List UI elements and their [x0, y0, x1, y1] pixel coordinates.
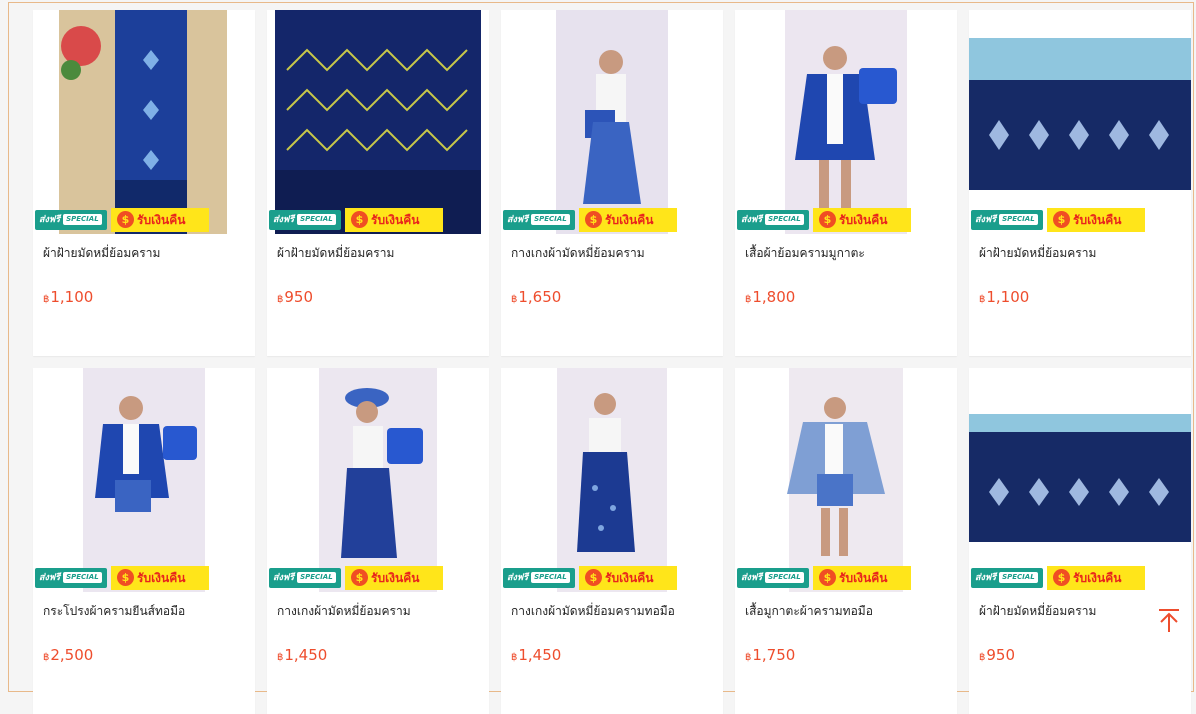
- cashback-badge: $ รับเงินคืน: [1047, 566, 1145, 590]
- free-shipping-badge: ส่งฟรี SPECIAL: [971, 210, 1043, 230]
- product-name[interactable]: เสื้อผ้าย้อมครามมูกาตะ: [745, 244, 950, 263]
- product-image[interactable]: [33, 368, 255, 592]
- product-grid: ส่งฟรี SPECIAL $ รับเงินคืน ผ้าฝ้ายมัดหมี่…: [33, 10, 1191, 714]
- model-skirt-photo: [83, 368, 205, 592]
- model-wide-pants-photo: [557, 368, 667, 592]
- product-card[interactable]: ส่งฟรี SPECIAL $ รับเงินคืน กางเกงผ้ามัดหม…: [501, 368, 723, 714]
- free-shipping-badge: ส่งฟรี SPECIAL: [737, 210, 809, 230]
- product-price: ฿950: [979, 646, 1016, 664]
- coin-icon: $: [117, 569, 134, 586]
- cashback-badge: $ รับเงินคืน: [345, 566, 443, 590]
- promo-badges: ส่งฟรี SPECIAL $ รับเงินคืน: [735, 566, 957, 592]
- arrow-up-to-line-icon: [1159, 609, 1179, 632]
- fabric-roll-photo: [59, 10, 227, 234]
- product-name[interactable]: ผ้าฝ้ายมัดหมี่ย้อมคราม: [979, 602, 1184, 621]
- fabric-folded-photo: [969, 414, 1191, 542]
- product-image[interactable]: [33, 10, 255, 234]
- product-image[interactable]: [501, 10, 723, 234]
- product-name[interactable]: กระโปรงผ้าครามยีนส์ทอมือ: [43, 602, 248, 621]
- product-price: ฿1,100: [979, 288, 1030, 306]
- promo-badges: ส่งฟรี SPECIAL $ รับเงินคืน: [969, 566, 1191, 592]
- coin-icon: $: [117, 211, 134, 228]
- product-card[interactable]: ส่งฟรี SPECIAL $ รับเงินคืน กระโปรงผ้าคราม…: [33, 368, 255, 714]
- product-price: ฿2,500: [43, 646, 94, 664]
- product-card[interactable]: ส่งฟรี SPECIAL $ รับเงินคืน เสื้อมูกาตะผ้า…: [735, 368, 957, 714]
- product-price: ฿950: [277, 288, 314, 306]
- cashback-badge: $ รับเงินคืน: [579, 566, 677, 590]
- cashback-badge: $ รับเงินคืน: [111, 208, 209, 232]
- cashback-badge: $ รับเงินคืน: [813, 566, 911, 590]
- coin-icon: $: [351, 569, 368, 586]
- promo-badges: ส่งฟรี SPECIAL $ รับเงินคืน: [969, 208, 1191, 234]
- promo-badges: ส่งฟรี SPECIAL $ รับเงินคืน: [501, 208, 723, 234]
- product-card[interactable]: ส่งฟรี SPECIAL $ รับเงินคืน ผ้าฝ้ายมัดหมี่…: [33, 10, 255, 356]
- model-pants-hat-photo: [319, 368, 437, 592]
- coin-icon: $: [585, 569, 602, 586]
- product-card[interactable]: ส่งฟรี SPECIAL $ รับเงินคืน ผ้าฝ้ายมัดหมี่…: [969, 368, 1191, 714]
- promo-badges: ส่งฟรี SPECIAL $ รับเงินคืน: [267, 566, 489, 592]
- product-price: ฿1,100: [43, 288, 94, 306]
- product-price: ฿1,750: [745, 646, 796, 664]
- product-price: ฿1,450: [511, 646, 562, 664]
- product-name[interactable]: ผ้าฝ้ายมัดหมี่ย้อมคราม: [979, 244, 1184, 263]
- coin-icon: $: [1053, 211, 1070, 228]
- promo-badges: ส่งฟรี SPECIAL $ รับเงินคืน: [33, 566, 255, 592]
- free-shipping-badge: ส่งฟรี SPECIAL: [269, 568, 341, 588]
- cashback-badge: $ รับเงินคืน: [579, 208, 677, 232]
- product-name[interactable]: ผ้าฝ้ายมัดหมี่ย้อมคราม: [43, 244, 248, 263]
- product-image[interactable]: [735, 10, 957, 234]
- product-image[interactable]: [267, 368, 489, 592]
- coin-icon: $: [1053, 569, 1070, 586]
- coin-icon: $: [585, 211, 602, 228]
- product-name[interactable]: ผ้าฝ้ายมัดหมี่ย้อมคราม: [277, 244, 482, 263]
- product-name[interactable]: กางเกงผ้ามัดหมี่ย้อมครามทอมือ: [511, 602, 716, 621]
- free-shipping-badge: ส่งฟรี SPECIAL: [35, 210, 107, 230]
- product-card[interactable]: ส่งฟรี SPECIAL $ รับเงินคืน กางเกงผ้ามัดหม…: [267, 368, 489, 714]
- product-image[interactable]: [969, 368, 1191, 592]
- product-image[interactable]: [969, 10, 1191, 234]
- free-shipping-badge: ส่งฟรี SPECIAL: [503, 568, 575, 588]
- product-card[interactable]: ส่งฟรี SPECIAL $ รับเงินคืน ผ้าฝ้ายมัดหมี่…: [969, 10, 1191, 356]
- promo-badges: ส่งฟรี SPECIAL $ รับเงินคืน: [33, 208, 255, 234]
- product-image[interactable]: [735, 368, 957, 592]
- fabric-folded-photo: [969, 38, 1191, 190]
- fabric-pattern-photo: [275, 10, 481, 234]
- model-pants-photo: [556, 10, 668, 234]
- product-name[interactable]: กางเกงผ้ามัดหมี่ย้อมคราม: [277, 602, 482, 621]
- free-shipping-badge: ส่งฟรี SPECIAL: [737, 568, 809, 588]
- model-plaid-jacket-photo: [787, 368, 903, 592]
- back-to-top-button[interactable]: [1156, 606, 1182, 636]
- product-name[interactable]: เสื้อมูกาตะผ้าครามทอมือ: [745, 602, 950, 621]
- product-name[interactable]: กางเกงผ้ามัดหมี่ย้อมคราม: [511, 244, 716, 263]
- product-price: ฿1,800: [745, 288, 796, 306]
- promo-badges: ส่งฟรี SPECIAL $ รับเงินคืน: [501, 566, 723, 592]
- coin-icon: $: [819, 211, 836, 228]
- product-card[interactable]: ส่งฟรี SPECIAL $ รับเงินคืน กางเกงผ้ามัดหม…: [501, 10, 723, 356]
- product-card[interactable]: ส่งฟรี SPECIAL $ รับเงินคืน เสื้อผ้าย้อมคร…: [735, 10, 957, 356]
- model-jacket-photo: [785, 10, 907, 234]
- free-shipping-badge: ส่งฟรี SPECIAL: [503, 210, 575, 230]
- product-price: ฿1,450: [277, 646, 328, 664]
- promo-badges: ส่งฟรี SPECIAL $ รับเงินคืน: [735, 208, 957, 234]
- product-image[interactable]: [501, 368, 723, 592]
- product-price: ฿1,650: [511, 288, 562, 306]
- cashback-badge: $ รับเงินคืน: [1047, 208, 1145, 232]
- free-shipping-badge: ส่งฟรี SPECIAL: [971, 568, 1043, 588]
- product-card[interactable]: ส่งฟรี SPECIAL $ รับเงินคืน ผ้าฝ้ายมัดหมี่…: [267, 10, 489, 356]
- promo-badges: ส่งฟรี SPECIAL $ รับเงินคืน: [267, 208, 489, 234]
- cashback-badge: $ รับเงินคืน: [111, 566, 209, 590]
- cashback-badge: $ รับเงินคืน: [345, 208, 443, 232]
- coin-icon: $: [819, 569, 836, 586]
- free-shipping-badge: ส่งฟรี SPECIAL: [35, 568, 107, 588]
- free-shipping-badge: ส่งฟรี SPECIAL: [269, 210, 341, 230]
- cashback-badge: $ รับเงินคืน: [813, 208, 911, 232]
- product-image[interactable]: [267, 10, 489, 234]
- coin-icon: $: [351, 211, 368, 228]
